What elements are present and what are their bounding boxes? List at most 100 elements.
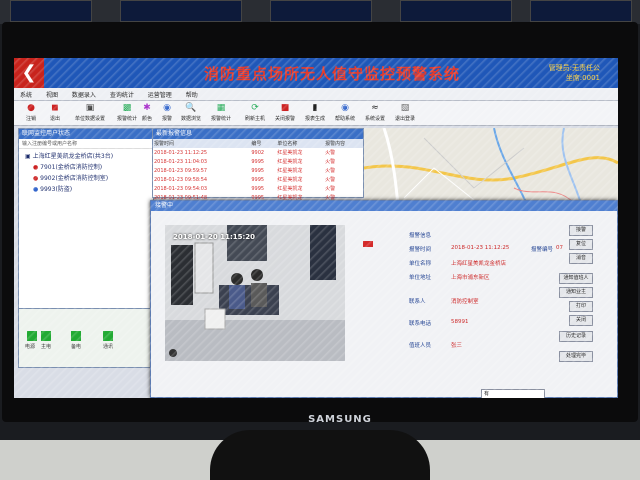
tree-item[interactable]: ● 7901(金桥店消防控制) bbox=[19, 160, 153, 171]
alarm-table: 报警时间 编号 单位名称 报警内容 2018-01-23 11:12:25 990… bbox=[153, 139, 363, 202]
menu-help[interactable]: 帮助 bbox=[180, 88, 204, 101]
background-monitor bbox=[400, 0, 512, 22]
app-titlebar: ❮ 消防重点场所无人值守监控预警系统 管理员:无责任公 坐席:0001 bbox=[14, 58, 618, 88]
field-label: 报警时间 bbox=[409, 247, 432, 253]
column-header[interactable]: 报警内容 bbox=[324, 139, 363, 148]
toolbar: ● 注销 ◼ 退出 ▣ 单位数据设置 ▩ 报警统计 ✱ 颜色 ◉ 报警 🔍 数据浏览 ▦ 报警统… bbox=[14, 101, 618, 126]
stats-icon: ▦ bbox=[216, 103, 226, 113]
seat-id: 坐席:0001 bbox=[565, 74, 600, 82]
print-button[interactable]: 打印 bbox=[569, 301, 593, 312]
toolbar-exit-button[interactable]: ◼ 退出 bbox=[40, 103, 70, 123]
menu-system[interactable]: 系统 bbox=[14, 88, 38, 101]
camera-scene bbox=[165, 225, 345, 361]
toolbar-logoff-button[interactable]: ▧ 退出登录 bbox=[390, 103, 420, 123]
menu-data-entry[interactable]: 数据录入 bbox=[66, 88, 102, 101]
toolbar-report-button[interactable]: ▮ 报表生成 bbox=[300, 103, 330, 123]
user-name: 管理员:无责任公 bbox=[548, 64, 600, 72]
device-icon: ● bbox=[33, 186, 39, 193]
field-value: 07 bbox=[556, 245, 563, 251]
signal-indicator bbox=[27, 331, 37, 341]
menu-query[interactable]: 查询统计 bbox=[104, 88, 140, 101]
background-monitor bbox=[270, 0, 372, 22]
toolbar-stats-button[interactable]: ▦ 报警统计 bbox=[206, 103, 236, 123]
lock-icon: ▧ bbox=[400, 103, 410, 113]
alarm-list-panel: 最新报警信息 报警时间 编号 单位名称 报警内容 2018-01-23 11:1… bbox=[152, 128, 364, 201]
field-value: 2018-01-23 11:12:25 bbox=[451, 245, 510, 251]
signal-label: 电源 bbox=[25, 344, 36, 350]
background-monitor bbox=[120, 0, 242, 22]
background-monitor bbox=[10, 0, 92, 22]
table-header: 报警时间 编号 单位名称 报警内容 bbox=[153, 139, 363, 148]
table-row[interactable]: 2018-01-23 09:58:54 9995 红星美凯龙 火警 bbox=[153, 175, 363, 184]
monitor-stand bbox=[210, 430, 430, 480]
exit-icon: ◼ bbox=[51, 103, 59, 113]
toolbar-alarm-button[interactable]: ◉ 报警 bbox=[156, 103, 178, 123]
device-icon: ● bbox=[33, 175, 39, 182]
menu-bar: 系统 视图 数据录入 查询统计 运营管理 帮助 bbox=[14, 88, 618, 101]
camera-feed[interactable]: 2018-01-20 11:15:20 bbox=[165, 225, 345, 361]
app-screen: ❮ 消防重点场所无人值守监控预警系统 管理员:无责任公 坐席:0001 系统 视… bbox=[14, 58, 618, 398]
palette-icon: ✱ bbox=[143, 103, 151, 113]
logout-icon: ● bbox=[27, 103, 35, 113]
browse-icon: 🔍 bbox=[185, 103, 197, 113]
alarm-indicator-icon bbox=[363, 241, 373, 247]
toolbar-color-button[interactable]: ✱ 颜色 bbox=[136, 103, 158, 123]
signal-status-box: 电源 主电 备电 通讯 bbox=[18, 308, 154, 368]
table-row[interactable]: 2018-01-23 09:54:03 9995 红星美凯龙 火警 bbox=[153, 184, 363, 193]
toolbar-help-button[interactable]: ◉ 帮助系统 bbox=[330, 103, 360, 123]
signal-label: 备电 bbox=[71, 344, 82, 350]
report-icon: ▮ bbox=[312, 103, 318, 113]
field-value: 消防控制室 bbox=[451, 299, 479, 305]
help-icon: ◉ bbox=[341, 103, 349, 113]
mute-button[interactable]: 消音 bbox=[569, 253, 593, 264]
field-label: 单位地址 bbox=[409, 275, 432, 281]
table-row[interactable]: 2018-01-23 11:04:03 9995 红星美凯龙 火警 bbox=[153, 157, 363, 166]
field-value: 张三 bbox=[451, 343, 463, 349]
toolbar-settings-button[interactable]: ▣ 单位数据设置 bbox=[70, 103, 110, 123]
alarm-dialog: 接警中 2018-01-20 11:15:20 报警信息 报警时间 2018-0… bbox=[150, 200, 618, 398]
field-value: 58991 bbox=[451, 319, 469, 325]
status-select[interactable]: 有 bbox=[481, 389, 545, 398]
field-value: 上海市浦东新区 bbox=[451, 275, 490, 281]
chart-icon: ▩ bbox=[122, 103, 132, 113]
camera-icon bbox=[169, 349, 177, 357]
accept-alarm-button[interactable]: 接警 bbox=[569, 225, 593, 236]
menu-view[interactable]: 视图 bbox=[40, 88, 64, 101]
table-row[interactable]: 2018-01-23 09:59:57 9995 红星美凯龙 火警 bbox=[153, 166, 363, 175]
notify-duty-button[interactable]: 通知值班人 bbox=[559, 273, 593, 284]
tree-item[interactable]: ● 9993(防盗) bbox=[19, 182, 153, 193]
signal-label: 通讯 bbox=[103, 344, 114, 350]
toolbar-close-alarm-button[interactable]: ■ 关闭报警 bbox=[270, 103, 300, 123]
settings-icon: ▣ bbox=[85, 103, 95, 113]
field-label: 值班人员 bbox=[409, 343, 432, 349]
device-icon: ● bbox=[33, 164, 39, 171]
reset-button[interactable]: 复位 bbox=[569, 239, 593, 250]
app-logo-icon: ❮ bbox=[14, 58, 44, 88]
field-label: 单位名称 bbox=[409, 261, 432, 267]
panel-title: 联网监控用户状态 bbox=[19, 129, 153, 139]
signal-indicator bbox=[41, 331, 51, 341]
column-header[interactable]: 单位名称 bbox=[276, 139, 325, 148]
field-value: 上海红星美凯龙金桥店 bbox=[451, 261, 507, 267]
field-label: 联系电话 bbox=[409, 321, 432, 327]
field-label: 联系人 bbox=[409, 299, 426, 305]
toolbar-refresh-button[interactable]: ⟳ 刷新主机 bbox=[240, 103, 270, 123]
tree-root[interactable]: ▣ 上海红星美凯龙金桥店(共3台) bbox=[19, 149, 153, 160]
field-label: 报警信息 bbox=[409, 233, 432, 239]
finish-button[interactable]: 处理完毕 bbox=[559, 351, 593, 362]
background-wall bbox=[0, 0, 640, 24]
signal-label: 主电 bbox=[41, 344, 52, 350]
table-row[interactable]: 2018-01-23 11:12:25 9902 红星美凯龙 火警 bbox=[153, 148, 363, 157]
search-input[interactable]: 输入注册编号或用户名称 bbox=[19, 139, 153, 149]
notify-owner-button[interactable]: 通知业主 bbox=[559, 287, 593, 298]
toolbar-system-button[interactable]: ≈ 系统设置 bbox=[360, 103, 390, 123]
history-button[interactable]: 历史记录 bbox=[559, 331, 593, 342]
menu-operations[interactable]: 运营管理 bbox=[142, 88, 178, 101]
toolbar-browse-button[interactable]: 🔍 数据浏览 bbox=[176, 103, 206, 123]
alarm-icon: ◉ bbox=[163, 103, 171, 113]
close-button[interactable]: 关闭 bbox=[569, 315, 593, 326]
tree-item[interactable]: ● 9902(金桥店消防控制室) bbox=[19, 171, 153, 182]
column-header[interactable]: 报警时间 bbox=[153, 139, 251, 148]
column-header[interactable]: 编号 bbox=[250, 139, 277, 148]
signal-indicator bbox=[71, 331, 81, 341]
